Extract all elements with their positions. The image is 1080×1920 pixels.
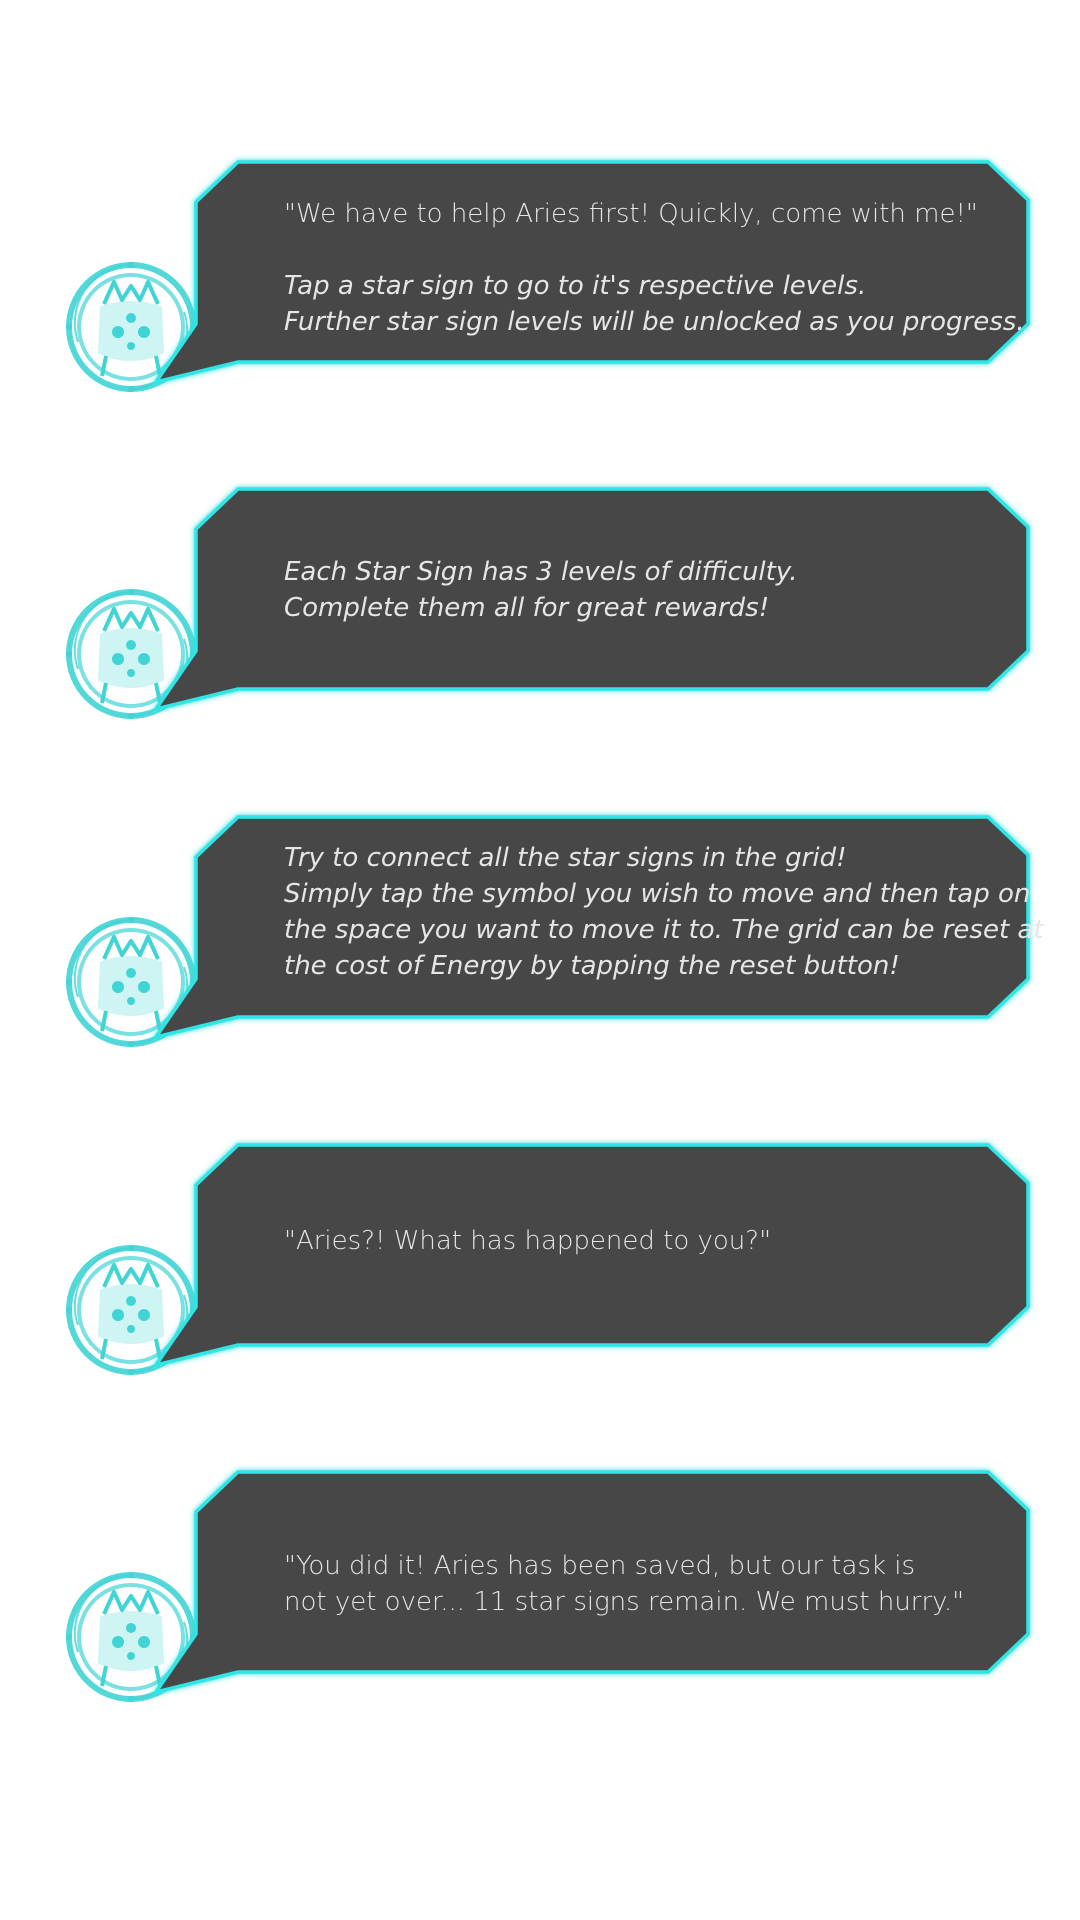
dialog-line: "Aries?! What has happened to you?" <box>284 1226 772 1256</box>
speech-bubble[interactable]: "You did it! Aries has been saved, but o… <box>151 1470 1034 1710</box>
dialog-line: Further star sign levels will be unlocke… <box>284 307 1025 337</box>
dialog-line <box>284 232 984 268</box>
dialog-text: Try to connect all the star signs in the… <box>284 815 1044 1045</box>
zodiac-spirit-face-icon <box>66 262 196 392</box>
dialog-line: not yet over... 11 star signs remain. We… <box>284 1587 965 1617</box>
speech-bubble[interactable]: "Aries?! What has happened to you?" <box>151 1143 1034 1383</box>
zodiac-spirit-avatar-icon <box>56 1235 206 1385</box>
dialog-text: Each Star Sign has 3 levels of difficult… <box>284 487 984 692</box>
zodiac-spirit-avatar-icon <box>56 579 206 729</box>
dialog-1[interactable]: "We have to help Aries first! Quickly, c… <box>0 160 1080 400</box>
dialog-text: "You did it! Aries has been saved, but o… <box>284 1470 984 1753</box>
dialog-5[interactable]: "You did it! Aries has been saved, but o… <box>0 1470 1080 1710</box>
dialog-line: "We have to help Aries first! Quickly, c… <box>284 199 978 229</box>
speech-bubble[interactable]: Each Star Sign has 3 levels of difficult… <box>151 487 1034 727</box>
zodiac-spirit-avatar-icon <box>56 907 206 1057</box>
zodiac-spirit-avatar-icon <box>56 1562 206 1712</box>
dialog-text: "We have to help Aries first! Quickly, c… <box>284 160 1025 401</box>
dialog-line: Complete them all for great rewards! <box>284 592 770 623</box>
dialog-text: "Aries?! What has happened to you?" <box>284 1143 984 1428</box>
speech-bubble[interactable]: Try to connect all the star signs in the… <box>151 815 1044 1055</box>
dialog-line: the cost of Energy by tapping the reset … <box>284 951 900 981</box>
dialog-4[interactable]: "Aries?! What has happened to you?" <box>0 1143 1080 1383</box>
dialog-line: the space you want to move it to. The gr… <box>284 915 1044 945</box>
zodiac-spirit-avatar-icon <box>56 252 206 402</box>
dialog-line: Tap a star sign to go to it's respective… <box>284 271 867 301</box>
dialog-line: Each Star Sign has 3 levels of difficult… <box>284 556 798 587</box>
zodiac-spirit-face-icon <box>66 917 196 1047</box>
zodiac-spirit-face-icon <box>66 1245 196 1375</box>
speech-bubble[interactable]: "We have to help Aries first! Quickly, c… <box>151 160 1034 401</box>
dialog-line: Simply tap the symbol you wish to move a… <box>284 879 1031 909</box>
dialog-2[interactable]: Each Star Sign has 3 levels of difficult… <box>0 487 1080 727</box>
dialog-line: "You did it! Aries has been saved, but o… <box>284 1551 916 1581</box>
dialog-3[interactable]: Try to connect all the star signs in the… <box>0 815 1080 1055</box>
zodiac-spirit-face-icon <box>66 589 196 719</box>
dialog-line: Try to connect all the star signs in the… <box>284 843 847 873</box>
zodiac-spirit-face-icon <box>66 1572 196 1702</box>
